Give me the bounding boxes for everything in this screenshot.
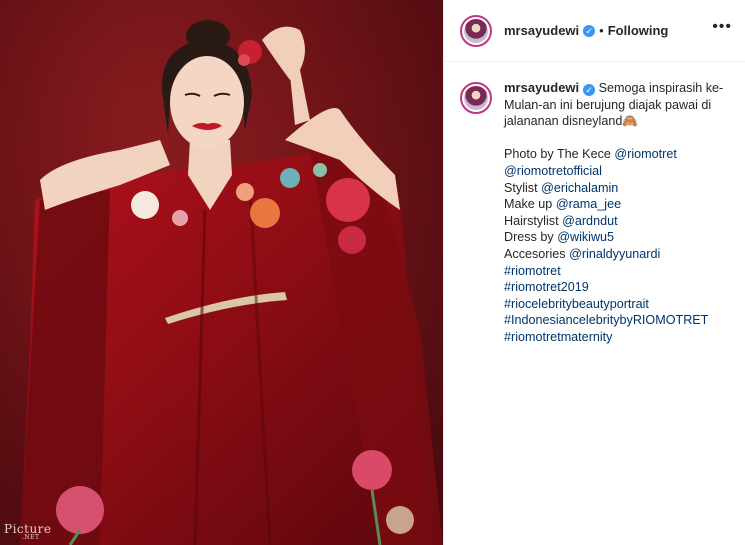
mention-link[interactable]: @riomotretofficial bbox=[504, 164, 602, 178]
mention-link[interactable]: @ardndut bbox=[562, 214, 618, 228]
verified-badge-icon: ✓ bbox=[583, 24, 596, 37]
avatar[interactable] bbox=[460, 14, 492, 47]
hashtag-link[interactable]: #riomotret2019 bbox=[504, 279, 730, 296]
separator-dot: • bbox=[599, 23, 604, 38]
post-caption: mrsayudewi ✓ Semoga inspirasih ke- Mulan-… bbox=[444, 62, 745, 346]
caption-username[interactable]: mrsayudewi bbox=[504, 80, 579, 95]
header-username[interactable]: mrsayudewi bbox=[504, 23, 579, 38]
credit-line: Accesories @rinaldyyunardi bbox=[504, 246, 661, 261]
more-options-icon[interactable]: ••• bbox=[712, 19, 732, 35]
caption-text: mrsayudewi ✓ Semoga inspirasih ke- Mulan-… bbox=[504, 80, 730, 346]
post-side-panel: mrsayudewi ✓ • Following ••• mrsayudewi ✓… bbox=[443, 0, 745, 545]
credit-line: Photo by The Kece @riomotret bbox=[504, 147, 677, 162]
mention-link[interactable]: @rinaldyyunardi bbox=[569, 247, 660, 261]
hashtag-link[interactable]: #riomotret bbox=[504, 263, 730, 280]
hashtag-link[interactable]: #IndonesiancelebritybyRIOMOTRET bbox=[504, 312, 730, 329]
credit-line: Dress by @wikiwu5 bbox=[504, 230, 615, 245]
post-photo[interactable]: Picture .NET bbox=[0, 0, 443, 545]
verified-badge-icon: ✓ bbox=[583, 84, 596, 96]
credit-line: Stylist @erichalamin bbox=[504, 180, 619, 195]
mention-link[interactable]: @wikiwu5 bbox=[557, 230, 614, 244]
credit-line: Hairstylist @ardndut bbox=[504, 213, 618, 228]
mention-link[interactable]: @rama_jee bbox=[556, 197, 621, 211]
caption-line: Semoga inspirasih ke- bbox=[598, 81, 724, 95]
caption-avatar[interactable] bbox=[460, 82, 492, 114]
post-header: mrsayudewi ✓ • Following ••• bbox=[444, 0, 745, 62]
portrait-illustration bbox=[0, 0, 443, 545]
following-button[interactable]: Following bbox=[608, 23, 669, 38]
hashtag-link[interactable]: #riomotretmaternity bbox=[504, 329, 730, 346]
watermark: Picture .NET bbox=[4, 522, 52, 541]
caption-line: jalananan disneyland🙈 bbox=[504, 114, 639, 129]
hashtag-link[interactable]: #riocelebritybeautyportrait bbox=[504, 296, 730, 313]
credit-line: Make up @rama_jee bbox=[504, 197, 622, 212]
credit-line: @riomotretofficial bbox=[504, 163, 730, 180]
mention-link[interactable]: @riomotret bbox=[614, 147, 676, 161]
mention-link[interactable]: @erichalamin bbox=[541, 181, 618, 195]
caption-line: Mulan-an ini berujung diajak pawai di bbox=[504, 97, 712, 112]
